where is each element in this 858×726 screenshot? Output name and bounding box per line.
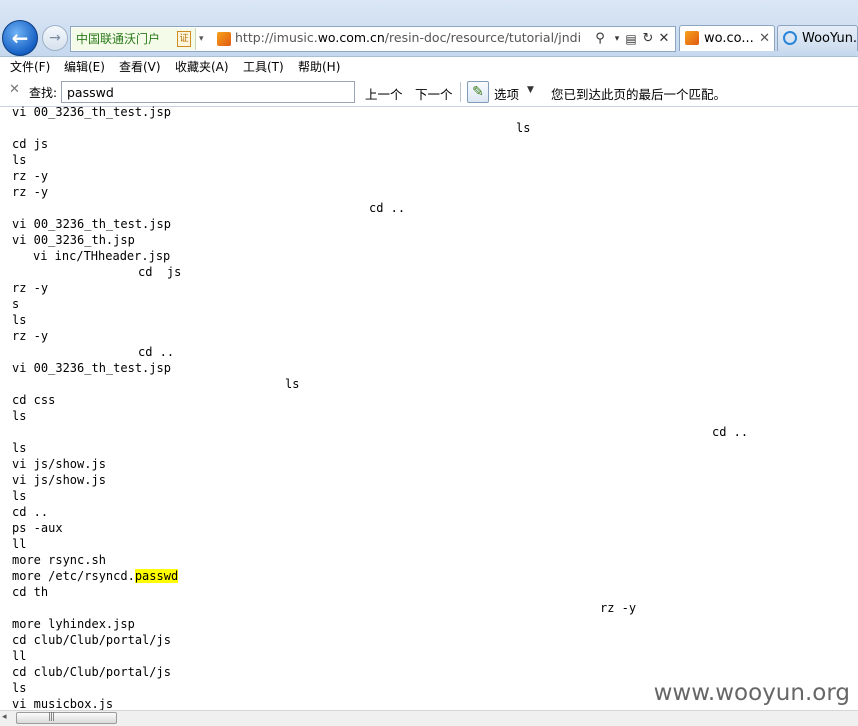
find-input[interactable] (61, 81, 355, 103)
search-icon[interactable]: ⚲ (592, 28, 608, 50)
scroll-left-icon[interactable]: ◂ (2, 712, 7, 722)
text-line: cd js (12, 137, 49, 151)
menu-edit[interactable]: 编辑(E) (64, 57, 105, 79)
find-bar: ✕ 查找: 上一个 下一个 ✎ 选项 ▼ 您已到达此页的最后一个匹配。 (0, 79, 858, 107)
text-line: cd club/Club/portal/js (12, 665, 171, 679)
url-domain: wo.com.cn (317, 30, 385, 45)
scrollbar-thumb[interactable] (16, 712, 117, 724)
menu-help[interactable]: 帮助(H) (298, 57, 340, 79)
menu-file[interactable]: 文件(F) (10, 57, 50, 79)
highlight-pen-icon[interactable]: ✎ (467, 81, 489, 103)
text-line: s (12, 297, 20, 311)
text-line: ls (285, 377, 300, 391)
menu-favorites[interactable]: 收藏夹(A) (175, 57, 229, 79)
menu-bar: 文件(F) 编辑(E) 查看(V) 收藏夹(A) 工具(T) 帮助(H) (0, 57, 858, 79)
find-divider (460, 82, 461, 102)
find-close-icon[interactable]: ✕ (9, 82, 20, 97)
text-line: vi 00_3236_th_test.jsp (12, 106, 171, 119)
text-line: vi 00_3236_th.jsp (12, 233, 135, 247)
text-line: rz -y (12, 185, 49, 199)
text-line: ls (12, 489, 27, 503)
ie-icon (783, 31, 797, 45)
text-line: rz -y (12, 329, 49, 343)
text-line: cd .. (12, 505, 49, 519)
text-line: rz -y (12, 281, 49, 295)
text-line: cd th (12, 585, 49, 599)
text-line: ls (12, 153, 27, 167)
compat-view-icon[interactable]: ▤ (623, 28, 639, 50)
text-line: cd .. (138, 345, 175, 359)
url-text[interactable]: http://imusic.wo.com.cn/resin-doc/resour… (235, 27, 580, 49)
find-next-button[interactable]: 下一个 (415, 84, 453, 103)
text-line: vi js/show.js (12, 457, 106, 471)
watermark: www.wooyun.org (653, 680, 850, 706)
text-line: cd .. (369, 201, 406, 215)
text-line-prefix: more /etc/rsyncd. (12, 569, 135, 583)
menu-view[interactable]: 查看(V) (119, 57, 161, 79)
text-line: rz -y (600, 601, 637, 615)
url-prefix: http://imusic. (235, 30, 318, 45)
scrollbar-grip-icon: ||| (48, 712, 55, 722)
tab-wooyun-label: WooYun... (802, 31, 858, 46)
search-highlight: passwd (134, 569, 179, 583)
text-line: ls (12, 681, 27, 695)
site-favicon-icon (217, 32, 231, 46)
text-line: ls (12, 409, 27, 423)
find-status: 您已到达此页的最后一个匹配。 (551, 87, 727, 102)
stop-icon[interactable]: ✕ (656, 28, 672, 50)
text-line: ls (12, 441, 27, 455)
horizontal-scrollbar[interactable]: ◂ ||| (0, 710, 858, 726)
text-line: cd js (138, 265, 182, 279)
text-line: vi 00_3236_th_test.jsp (12, 217, 171, 231)
tab-wooyun[interactable]: WooYun... (777, 25, 858, 51)
text-line: cd css (12, 393, 56, 407)
text-line: vi js/show.js (12, 473, 106, 487)
text-line: ps -aux (12, 521, 63, 535)
find-prev-button[interactable]: 上一个 (365, 84, 403, 103)
isp-label-text: 中国联通沃门户 (76, 32, 161, 46)
chevron-down-icon[interactable]: ▼ (527, 85, 534, 95)
menu-tools[interactable]: 工具(T) (243, 57, 284, 79)
forward-button[interactable]: → (42, 25, 68, 51)
text-line: cd .. (712, 425, 749, 439)
browser-toolbar: ← → 中国联通沃门户 证 ▾ http://imusic.wo.com.cn/… (0, 0, 858, 57)
text-line: ls (516, 121, 531, 135)
back-button[interactable]: ← (2, 20, 38, 56)
url-suffix: /resin-doc/resource/tutorial/jndi-appcon (384, 30, 580, 45)
text-line: ls (12, 313, 27, 327)
find-options-button[interactable]: 选项 (494, 84, 519, 103)
address-bar[interactable]: 中国联通沃门户 证 ▾ http://imusic.wo.com.cn/resi… (70, 26, 676, 52)
text-line: vi 00_3236_th_test.jsp (12, 361, 171, 375)
music-icon (685, 31, 699, 45)
text-line: ll (12, 537, 27, 551)
tab-wo[interactable]: wo.co... ✕ (679, 25, 775, 51)
text-line: vi musicbox.js (12, 697, 114, 710)
text-line: ll (12, 649, 27, 663)
text-line: more lyhindex.jsp (12, 617, 135, 631)
refresh-icon[interactable]: ↻ (640, 28, 656, 50)
isp-label[interactable]: 中国联通沃门户 证 (72, 28, 196, 50)
tab-close-icon[interactable]: ✕ (759, 26, 770, 51)
tab-wo-label: wo.co... (704, 31, 754, 46)
text-line: cd club/Club/portal/js (12, 633, 171, 647)
isp-dropdown-icon[interactable]: ▾ (199, 28, 211, 50)
text-line: more rsync.sh (12, 553, 106, 567)
text-line: more /etc/rsyncd.passwd (12, 568, 179, 584)
text-line: vi inc/THheader.jsp (33, 249, 171, 263)
text-line: rz -y (12, 169, 49, 183)
certificate-icon[interactable]: 证 (177, 31, 191, 47)
find-label: 查找: (29, 86, 58, 100)
page-content: vi 00_3236_th_test.jsp ls cd js ls rz -y… (0, 106, 858, 710)
